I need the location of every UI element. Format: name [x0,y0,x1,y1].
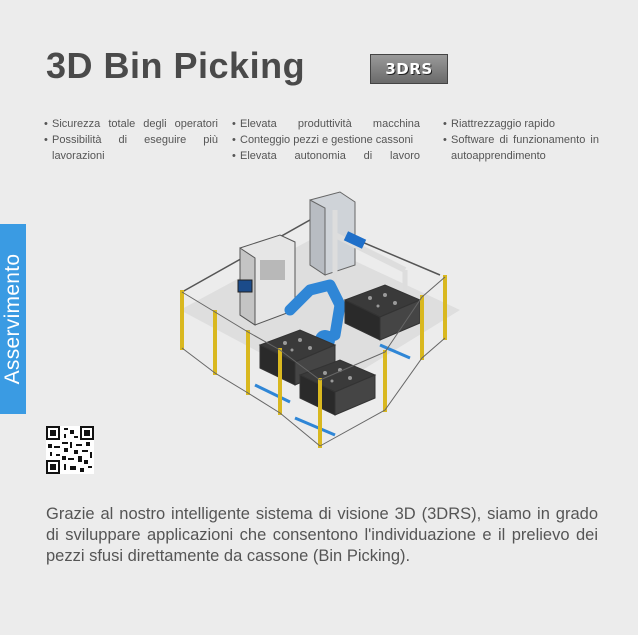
feature-item: Conteggio pezzi e gestione cassoni [232,132,420,148]
side-tab-label: Asservimento [1,253,24,385]
feature-item: Possibilità di eseguire più lavorazioni [44,132,218,164]
feature-item: Riattrezzaggio rapido [443,116,599,132]
side-tab: Asservimento [0,224,26,414]
robot-cell-illustration [180,191,460,448]
qr-code-icon [46,426,94,474]
feature-item: Elevata produttività macchina [232,116,420,132]
logo-text: 3DRS [385,60,433,78]
feature-item: Elevata autonomia di lavoro [232,148,420,164]
description-paragraph: Grazie al nostro intelligente sistema di… [46,505,598,565]
feature-item: Sicurezza totale degli operatori [44,116,218,132]
features-column-2: Elevata produttività macchina Conteggio … [232,116,420,164]
features-column-3: Riattrezzaggio rapido Software di funzio… [443,116,599,164]
features-column-1: Sicurezza totale degli operatori Possibi… [44,116,218,164]
page-title: 3D Bin Picking [46,45,306,86]
feature-item: Software di funzionamento in autoapprend… [443,132,599,164]
3drs-logo: 3DRS [370,54,448,84]
